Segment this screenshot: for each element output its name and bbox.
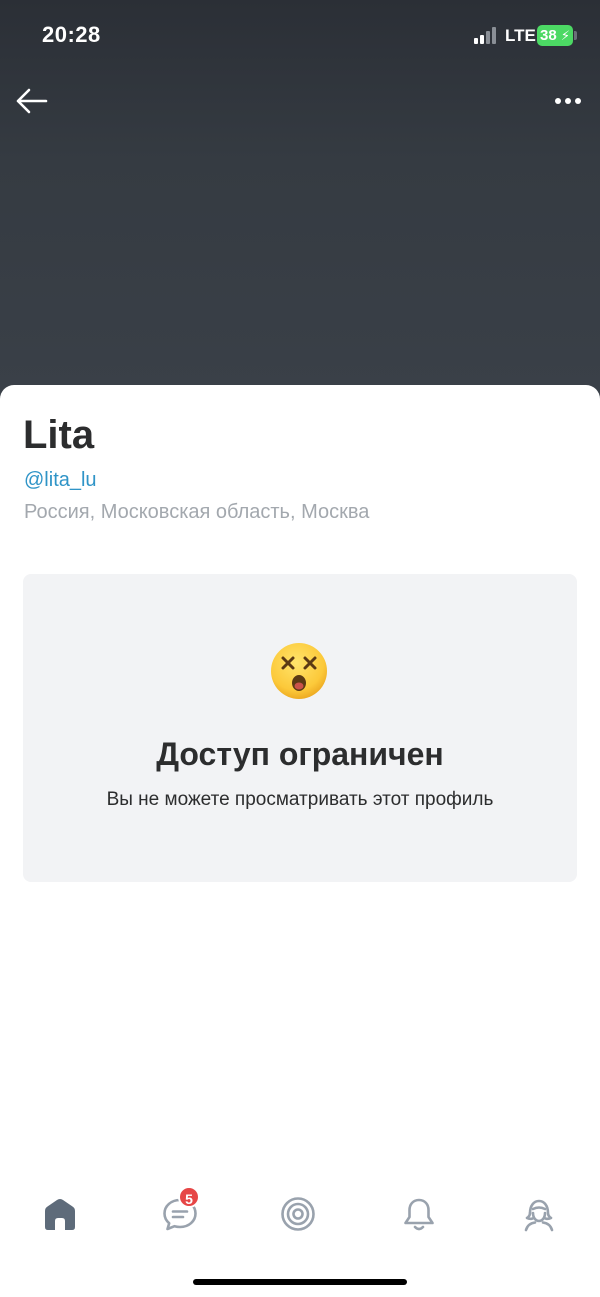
more-horizontal-icon	[555, 98, 581, 104]
back-button[interactable]	[14, 85, 50, 117]
profile-name: Lita	[23, 413, 95, 457]
restricted-message: Вы не можете просматривать этот профиль	[106, 789, 494, 810]
tab-discover[interactable]	[268, 1190, 328, 1240]
messages-badge: 5	[178, 1186, 200, 1208]
profile-sheet: Lita @lita_lu Россия, Московская область…	[0, 385, 600, 1297]
home-icon	[45, 1199, 75, 1230]
home-indicator[interactable]	[193, 1279, 407, 1285]
tab-home[interactable]	[30, 1190, 90, 1240]
tab-profile[interactable]	[509, 1190, 569, 1240]
network-type: LTE	[505, 26, 536, 45]
bell-icon	[404, 1198, 434, 1231]
tab-bar: 5	[0, 1180, 600, 1250]
battery-icon: 38 ⚡	[537, 25, 573, 46]
status-bar: 20:28 LTE 38 ⚡	[0, 0, 600, 70]
restricted-access-card: Доступ ограничен Вы не можете просматрив…	[23, 574, 577, 882]
charging-bolt-icon: ⚡	[560, 28, 570, 43]
arrow-left-icon	[16, 88, 48, 114]
profile-location: Россия, Московская область, Москва	[24, 501, 370, 523]
tab-notifications[interactable]	[389, 1190, 449, 1240]
profile-icon	[524, 1199, 554, 1232]
dizzy-face-emoji	[271, 643, 327, 699]
cellular-signal-icon	[474, 27, 500, 44]
battery-level: 38	[540, 27, 557, 44]
status-time: 20:28	[42, 22, 101, 47]
battery-cap	[574, 31, 577, 40]
more-button[interactable]	[550, 88, 586, 114]
target-icon	[281, 1197, 315, 1231]
restricted-title: Доступ ограничен	[156, 736, 444, 772]
profile-handle[interactable]: @lita_lu	[24, 469, 97, 492]
